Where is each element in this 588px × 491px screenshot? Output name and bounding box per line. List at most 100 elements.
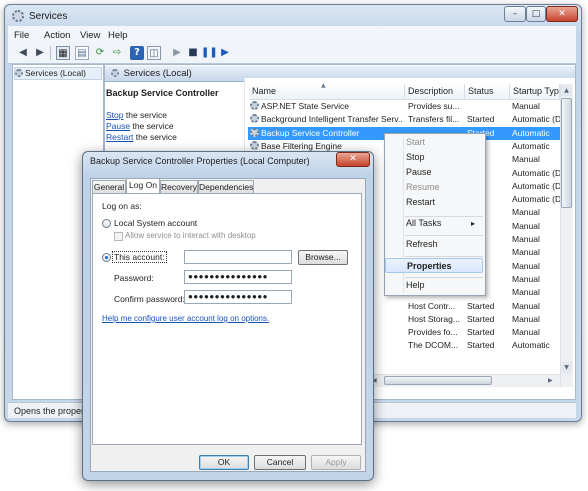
service-startup-type-cell-text: Manual: [512, 154, 540, 165]
detail-stop-rest: the service: [123, 110, 167, 120]
dialog-title: Backup Service Controller Properties (Lo…: [90, 156, 310, 166]
context-menu-item-resume[interactable]: Resume: [385, 180, 483, 195]
service-startup-type-cell: Automatic (D: [512, 180, 560, 193]
menu-action[interactable]: Action: [44, 30, 70, 41]
service-status-cell: Started: [467, 326, 511, 339]
scroll-right-icon[interactable]: ▶: [548, 375, 558, 386]
service-gear-icon: [250, 101, 259, 110]
menu-help[interactable]: Help: [108, 30, 128, 41]
this-account-input[interactable]: [184, 250, 292, 264]
service-status-cell-text: Started: [467, 327, 495, 338]
cancel-button[interactable]: Cancel: [254, 455, 306, 470]
console-tree-icon[interactable]: ▦: [56, 46, 70, 60]
back-arrow-icon[interactable]: ◀: [16, 46, 30, 60]
context-menu-item-label: Restart: [406, 197, 436, 207]
stop-service-icon[interactable]: ■: [186, 46, 200, 60]
menu-file[interactable]: File: [14, 30, 29, 41]
table-row[interactable]: Background Intelligent Transfer Serv... T…: [248, 113, 560, 126]
tab-dependencies[interactable]: Dependencies: [198, 180, 254, 194]
scroll-down-icon[interactable]: ▼: [561, 362, 572, 373]
detail-stop-line: Stop the service: [106, 110, 167, 120]
allow-interact-label: Allow service to interact with desktop: [125, 231, 256, 240]
service-status-cell-text: Started: [467, 300, 495, 311]
ok-button[interactable]: OK: [199, 455, 249, 470]
confirm-password-input[interactable]: ●●●●●●●●●●●●●●●: [184, 290, 292, 304]
context-menu-item-label: Refresh: [406, 239, 438, 249]
service-startup-type-cell-text: Manual: [512, 313, 540, 324]
tab-general[interactable]: General: [92, 180, 126, 194]
status-text: Opens the propert: [14, 406, 87, 416]
service-description-cell-text: The DCOM...: [408, 340, 459, 351]
toolbar-divider: [50, 46, 51, 60]
service-startup-type-cell-text: Manual: [512, 327, 540, 338]
tab-recovery[interactable]: Recovery: [160, 180, 198, 194]
tree-item-services-local[interactable]: Services (Local): [14, 67, 102, 80]
sort-ascending-icon: ▲: [321, 82, 326, 89]
pause-service-icon[interactable]: ❚❚: [201, 46, 218, 60]
password-input[interactable]: ●●●●●●●●●●●●●●●: [184, 270, 292, 284]
help-configure-link[interactable]: Help me configure user account log on op…: [102, 314, 269, 323]
column-header-status[interactable]: Status: [465, 84, 510, 100]
context-menu-item-pause[interactable]: Pause: [385, 165, 483, 180]
service-startup-type-cell-text: Manual: [512, 101, 540, 111]
resume-service-icon[interactable]: ▶: [218, 46, 232, 60]
service-startup-type-cell: Manual: [512, 300, 560, 313]
this-account-label[interactable]: This account:: [112, 251, 167, 263]
window-title: Services: [29, 11, 68, 22]
context-menu-item-stop[interactable]: Stop: [385, 150, 483, 165]
service-startup-type-cell: Manual: [512, 286, 560, 299]
horizontal-scroll-thumb[interactable]: [384, 376, 492, 385]
context-menu-item-refresh[interactable]: Refresh: [385, 237, 483, 252]
menu-view[interactable]: View: [80, 30, 100, 41]
service-description-cell-text: Host Contr...: [408, 300, 456, 311]
service-startup-type-cell-text: Automatic: [512, 140, 550, 151]
minimize-button[interactable]: –: [504, 6, 526, 22]
context-menu-item-help[interactable]: Help: [385, 278, 483, 293]
start-service-icon[interactable]: ▶: [170, 46, 184, 60]
help-icon[interactable]: ?: [130, 46, 144, 60]
services-gear-icon: [111, 69, 119, 77]
service-gear-icon: [250, 127, 259, 137]
service-status-cell: Started: [467, 339, 511, 352]
apply-button[interactable]: Apply: [311, 455, 361, 470]
service-name-cell: ASP.NET State Service: [250, 100, 402, 113]
local-system-radio[interactable]: [102, 219, 111, 228]
export-icon[interactable]: ⇨: [110, 46, 124, 60]
context-menu-item-restart[interactable]: Restart: [385, 195, 483, 210]
service-name-cell-text: Background Intelligent Transfer Serv...: [261, 114, 402, 125]
column-header-description[interactable]: Description: [405, 84, 465, 100]
context-menu-item-label: Properties: [407, 261, 452, 271]
restart-service-link[interactable]: Restart: [106, 132, 133, 142]
service-startup-type-cell: Manual: [512, 313, 560, 326]
service-startup-type-cell: Automatic: [512, 339, 560, 352]
column-header-startup-type[interactable]: Startup Type: [510, 84, 560, 100]
context-menu-item-all-tasks[interactable]: All Tasks ▸: [385, 216, 483, 231]
stop-service-link[interactable]: Stop: [106, 110, 124, 120]
table-row[interactable]: ASP.NET State Service Provides su... Manua…: [248, 100, 560, 113]
dialog-close-button[interactable]: ✕: [336, 152, 370, 167]
scroll-up-icon[interactable]: ▲: [561, 85, 572, 96]
context-menu-item-start[interactable]: Start: [385, 135, 483, 150]
allow-interact-checkbox[interactable]: [114, 232, 123, 241]
context-menu-item-properties[interactable]: Properties: [385, 258, 483, 273]
this-account-radio[interactable]: [102, 253, 111, 262]
refresh-icon[interactable]: ⟳: [93, 46, 107, 60]
context-menu-item-label: All Tasks: [406, 218, 442, 228]
column-header-name[interactable]: Name: [249, 84, 405, 100]
browse-button[interactable]: Browse...: [298, 250, 348, 265]
scroll-thumb[interactable]: [561, 98, 572, 208]
confirm-password-label: Confirm password:: [114, 294, 185, 304]
forward-arrow-icon[interactable]: ▶: [33, 46, 47, 60]
pane-header-label: Services (Local): [123, 68, 192, 79]
properties-icon[interactable]: ▤: [75, 46, 89, 60]
detail-title: Backup Service Controller: [106, 88, 219, 98]
service-description-cell: The DCOM...: [408, 339, 466, 352]
service-description-cell-text: Provides su...: [408, 101, 460, 111]
service-startup-type-cell-text: Manual: [512, 273, 540, 284]
maximize-button[interactable]: □: [526, 6, 546, 22]
service-startup-type-cell: Manual: [512, 206, 560, 219]
close-button[interactable]: ✕: [546, 6, 578, 22]
local-system-label[interactable]: Local System account: [114, 218, 197, 228]
pause-service-link[interactable]: Pause: [106, 121, 130, 131]
mmc-view-icon[interactable]: ◫: [147, 46, 161, 60]
